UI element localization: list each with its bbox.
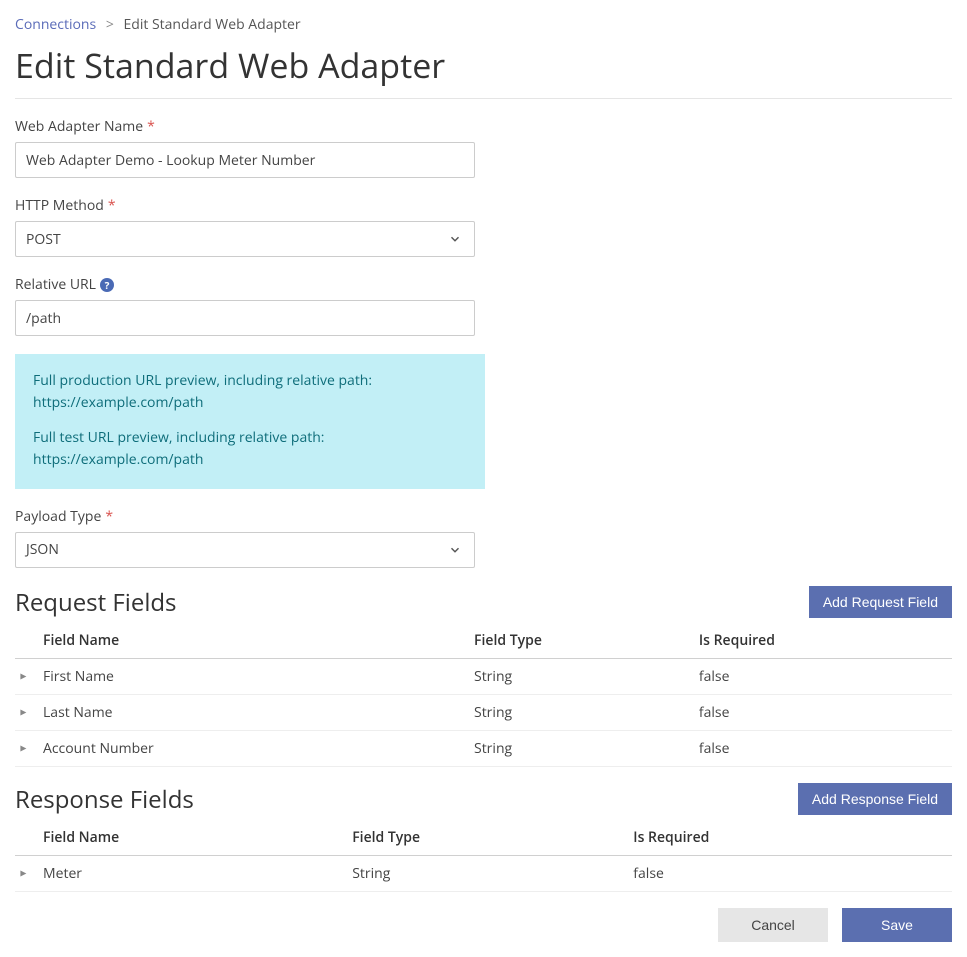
name-label-text: Web Adapter Name xyxy=(15,117,143,136)
name-input[interactable]: Web Adapter Demo - Lookup Meter Number xyxy=(15,142,475,178)
page-title: Edit Standard Web Adapter xyxy=(15,42,952,88)
chevron-right-icon: ▾ xyxy=(14,870,31,876)
payload-select-value: JSON xyxy=(26,540,59,559)
chevron-down-icon xyxy=(448,543,462,557)
request-col-fieldname: Field Name xyxy=(39,623,470,659)
request-col-isrequired: Is Required xyxy=(695,623,952,659)
name-input-value: Web Adapter Demo - Lookup Meter Number xyxy=(26,151,315,170)
expand-row-toggle[interactable]: ▾ xyxy=(15,658,39,694)
url-input-value: /path xyxy=(26,309,61,328)
cell-isrequired: false xyxy=(695,658,952,694)
add-response-field-button[interactable]: Add Response Field xyxy=(798,783,952,815)
add-request-field-button[interactable]: Add Request Field xyxy=(809,586,952,618)
chevron-right-icon: ▾ xyxy=(14,745,31,751)
preview-prod-label: Full production URL preview, including r… xyxy=(33,370,467,392)
expand-row-toggle[interactable]: ▾ xyxy=(15,855,39,891)
required-asterisk: * xyxy=(147,117,155,136)
method-label-text: HTTP Method xyxy=(15,196,104,215)
response-col-fieldtype: Field Type xyxy=(348,820,629,856)
help-icon[interactable]: ? xyxy=(100,278,114,292)
cell-fieldname: Account Number xyxy=(39,730,470,766)
required-asterisk: * xyxy=(108,196,116,215)
table-row: ▾ Meter String false xyxy=(15,855,952,891)
cancel-button[interactable]: Cancel xyxy=(718,908,828,942)
required-asterisk: * xyxy=(105,507,113,526)
request-col-fieldtype: Field Type xyxy=(470,623,695,659)
cell-fieldtype: String xyxy=(348,855,629,891)
name-label: Web Adapter Name * xyxy=(15,117,952,136)
payload-select[interactable]: JSON xyxy=(15,532,475,568)
cell-fieldtype: String xyxy=(470,730,695,766)
expand-row-toggle[interactable]: ▾ xyxy=(15,694,39,730)
url-label-text: Relative URL xyxy=(15,275,96,294)
chevron-right-icon: ▾ xyxy=(14,673,31,679)
preview-test-label: Full test URL preview, including relativ… xyxy=(33,427,467,449)
cell-isrequired: false xyxy=(695,694,952,730)
cell-fieldtype: String xyxy=(470,694,695,730)
url-label: Relative URL ? xyxy=(15,275,952,294)
method-select[interactable]: POST xyxy=(15,221,475,257)
response-col-isrequired: Is Required xyxy=(629,820,952,856)
request-fields-table: Field Name Field Type Is Required ▾ Firs… xyxy=(15,623,952,767)
cell-fieldname: Meter xyxy=(39,855,348,891)
save-button[interactable]: Save xyxy=(842,908,952,942)
request-fields-title: Request Fields xyxy=(15,586,177,619)
response-col-fieldname: Field Name xyxy=(39,820,348,856)
payload-label-text: Payload Type xyxy=(15,507,101,526)
method-label: HTTP Method * xyxy=(15,196,952,215)
title-divider xyxy=(15,98,952,99)
cell-isrequired: false xyxy=(629,855,952,891)
cell-fieldname: Last Name xyxy=(39,694,470,730)
chevron-down-icon xyxy=(448,232,462,246)
url-preview-panel: Full production URL preview, including r… xyxy=(15,354,485,489)
table-row: ▾ Account Number String false xyxy=(15,730,952,766)
breadcrumb-connections-link[interactable]: Connections xyxy=(15,15,96,34)
url-input[interactable]: /path xyxy=(15,300,475,336)
breadcrumb: Connections > Edit Standard Web Adapter xyxy=(15,15,952,34)
preview-test-url: https://example.com/path xyxy=(33,449,467,471)
cell-fieldname: First Name xyxy=(39,658,470,694)
response-fields-title: Response Fields xyxy=(15,783,194,816)
method-select-value: POST xyxy=(26,230,61,249)
cell-isrequired: false xyxy=(695,730,952,766)
preview-prod-url: https://example.com/path xyxy=(33,392,467,414)
expand-row-toggle[interactable]: ▾ xyxy=(15,730,39,766)
table-row: ▾ Last Name String false xyxy=(15,694,952,730)
breadcrumb-current: Edit Standard Web Adapter xyxy=(123,15,300,34)
response-fields-table: Field Name Field Type Is Required ▾ Mete… xyxy=(15,820,952,892)
cell-fieldtype: String xyxy=(470,658,695,694)
chevron-right-icon: ▾ xyxy=(14,709,31,715)
breadcrumb-separator: > xyxy=(106,15,114,34)
payload-label: Payload Type * xyxy=(15,507,952,526)
table-row: ▾ First Name String false xyxy=(15,658,952,694)
